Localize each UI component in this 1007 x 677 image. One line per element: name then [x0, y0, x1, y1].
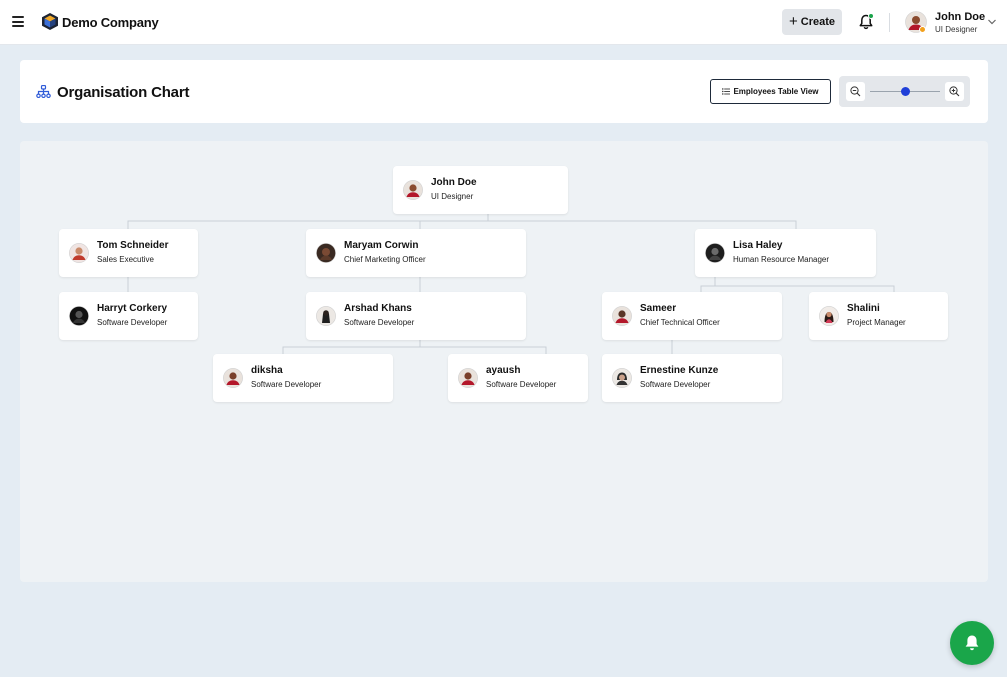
user-name[interactable]: John Doe	[935, 11, 985, 23]
zoom-slider-thumb[interactable]	[901, 87, 910, 96]
org-chart-canvas[interactable]: John Doe UI Designer Tom Schneider Sales…	[20, 141, 988, 582]
avatar	[223, 368, 243, 388]
employee-name: Arshad Khans	[344, 303, 412, 314]
avatar	[612, 306, 632, 326]
zoom-in-button[interactable]	[945, 82, 964, 101]
zoom-control	[839, 76, 970, 107]
company-name[interactable]: Demo Company	[62, 15, 159, 30]
employee-name: John Doe	[431, 177, 477, 188]
employee-name: Tom Schneider	[97, 240, 169, 251]
employee-role: UI Designer	[431, 192, 474, 201]
create-button[interactable]: + Create	[782, 9, 842, 35]
employee-name: Ernestine Kunze	[640, 365, 719, 376]
bell-icon	[965, 635, 979, 651]
employee-name: Sameer	[640, 303, 677, 314]
company-logo-icon	[42, 13, 58, 30]
avatar	[69, 243, 89, 263]
employee-name: ayaush	[486, 365, 521, 376]
employee-node-tom-schneider[interactable]: Tom Schneider Sales Executive	[59, 229, 198, 277]
employee-name: Harryt Corkery	[97, 303, 168, 314]
employee-node-arshad-khans[interactable]: Arshad Khans Software Developer	[306, 292, 526, 340]
employee-name: Maryam Corwin	[344, 240, 419, 251]
employees-table-view-button[interactable]: Employees Table View	[710, 79, 831, 104]
employee-node-ernestine-kunze[interactable]: Ernestine Kunze Software Developer	[602, 354, 782, 402]
list-icon	[722, 88, 731, 95]
floating-notification-button[interactable]	[950, 621, 994, 665]
page-header: Organisation Chart Employees Table View	[20, 60, 988, 123]
avatar	[705, 243, 725, 263]
employee-node-harryt-corkery[interactable]: Harryt Corkery Software Developer	[59, 292, 198, 340]
employee-node-maryam-corwin[interactable]: Maryam Corwin Chief Marketing Officer	[306, 229, 526, 277]
employee-name: Lisa Haley	[733, 240, 783, 251]
avatar	[819, 306, 839, 326]
employee-role: Human Resource Manager	[733, 255, 830, 264]
employee-node-sameer[interactable]: Sameer Chief Technical Officer	[602, 292, 782, 340]
user-role: UI Designer	[935, 25, 978, 34]
employee-role: Software Developer	[251, 380, 322, 389]
avatar	[316, 243, 336, 263]
top-bar: Demo Company + Create John Doe UI Design…	[0, 0, 1007, 45]
employee-role: Software Developer	[97, 318, 168, 327]
user-status-dot	[919, 26, 926, 33]
avatar	[316, 306, 336, 326]
employee-role: Chief Technical Officer	[640, 318, 720, 327]
employee-role: Chief Marketing Officer	[344, 255, 426, 264]
employee-role: Sales Executive	[97, 255, 154, 264]
chevron-down-icon[interactable]	[987, 18, 997, 26]
employee-node-ayaush[interactable]: ayaush Software Developer	[448, 354, 588, 402]
page-title: Organisation Chart	[57, 84, 190, 101]
employee-node-shalini[interactable]: Shalini Project Manager	[809, 292, 948, 340]
employee-name: diksha	[251, 365, 283, 376]
create-label: Create	[800, 16, 835, 28]
org-chart-icon	[36, 85, 51, 98]
employee-role: Software Developer	[486, 380, 557, 389]
employee-node-diksha[interactable]: diksha Software Developer	[213, 354, 393, 402]
employees-table-view-label: Employees Table View	[733, 87, 819, 96]
plus-icon: +	[788, 12, 798, 30]
avatar	[458, 368, 478, 388]
employee-role: Project Manager	[847, 318, 906, 327]
employee-name: Shalini	[847, 303, 880, 314]
avatar	[403, 180, 423, 200]
notification-dot	[868, 13, 874, 19]
employee-node-lisa-haley[interactable]: Lisa Haley Human Resource Manager	[695, 229, 876, 277]
zoom-out-button[interactable]	[846, 82, 865, 101]
menu-icon[interactable]	[12, 16, 24, 28]
zoom-out-icon	[850, 86, 861, 97]
avatar	[69, 306, 89, 326]
employee-role: Software Developer	[344, 318, 415, 327]
zoom-in-icon	[949, 86, 960, 97]
divider	[889, 13, 890, 32]
avatar	[612, 368, 632, 388]
employee-role: Software Developer	[640, 380, 711, 389]
employee-node-john-doe[interactable]: John Doe UI Designer	[393, 166, 568, 214]
